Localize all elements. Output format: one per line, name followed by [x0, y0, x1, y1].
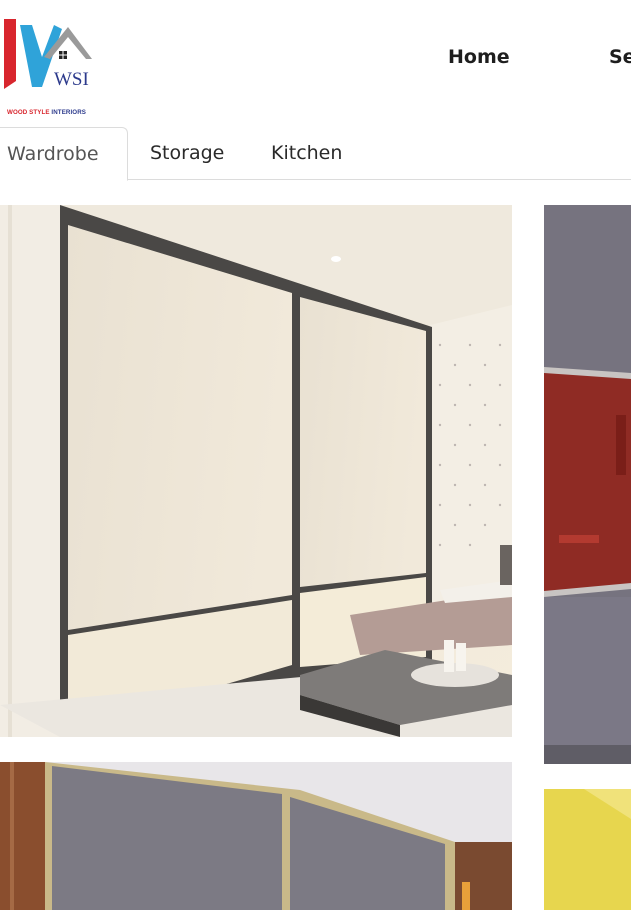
- logo-caption-part2: INTERIORS: [51, 109, 87, 116]
- grey-gold-wardrobe-image: [0, 762, 512, 910]
- tab-storage[interactable]: Storage: [150, 127, 224, 180]
- site-header: WSI WOOD STYLE INTERIORS Home Se: [0, 0, 631, 118]
- tab-wardrobe[interactable]: Wardrobe: [0, 127, 128, 181]
- gallery-image-yellow-wardrobe[interactable]: [544, 789, 631, 910]
- gallery-image-grey-gold-wardrobe[interactable]: [0, 762, 512, 910]
- gallery-image-grey-red-wardrobe[interactable]: [544, 205, 631, 764]
- logo-caption-part1: WOOD STYLE: [7, 109, 50, 116]
- tab-kitchen[interactable]: Kitchen: [271, 127, 342, 180]
- category-tabs: Wardrobe Storage Kitchen: [0, 127, 631, 181]
- logo-text: WSI: [54, 69, 89, 90]
- nav-services[interactable]: Se: [609, 46, 631, 68]
- nav-home[interactable]: Home: [448, 46, 510, 68]
- gallery-image-white-wardrobe[interactable]: [0, 205, 512, 737]
- white-wardrobe-image: [0, 205, 512, 737]
- grey-red-wardrobe-image: [544, 205, 631, 764]
- logo-mark-icon: WSI: [4, 19, 92, 90]
- brand-logo[interactable]: WSI WOOD STYLE INTERIORS: [2, 17, 94, 116]
- yellow-wardrobe-image: [544, 789, 631, 910]
- logo-caption: WOOD STYLE INTERIORS: [7, 109, 86, 116]
